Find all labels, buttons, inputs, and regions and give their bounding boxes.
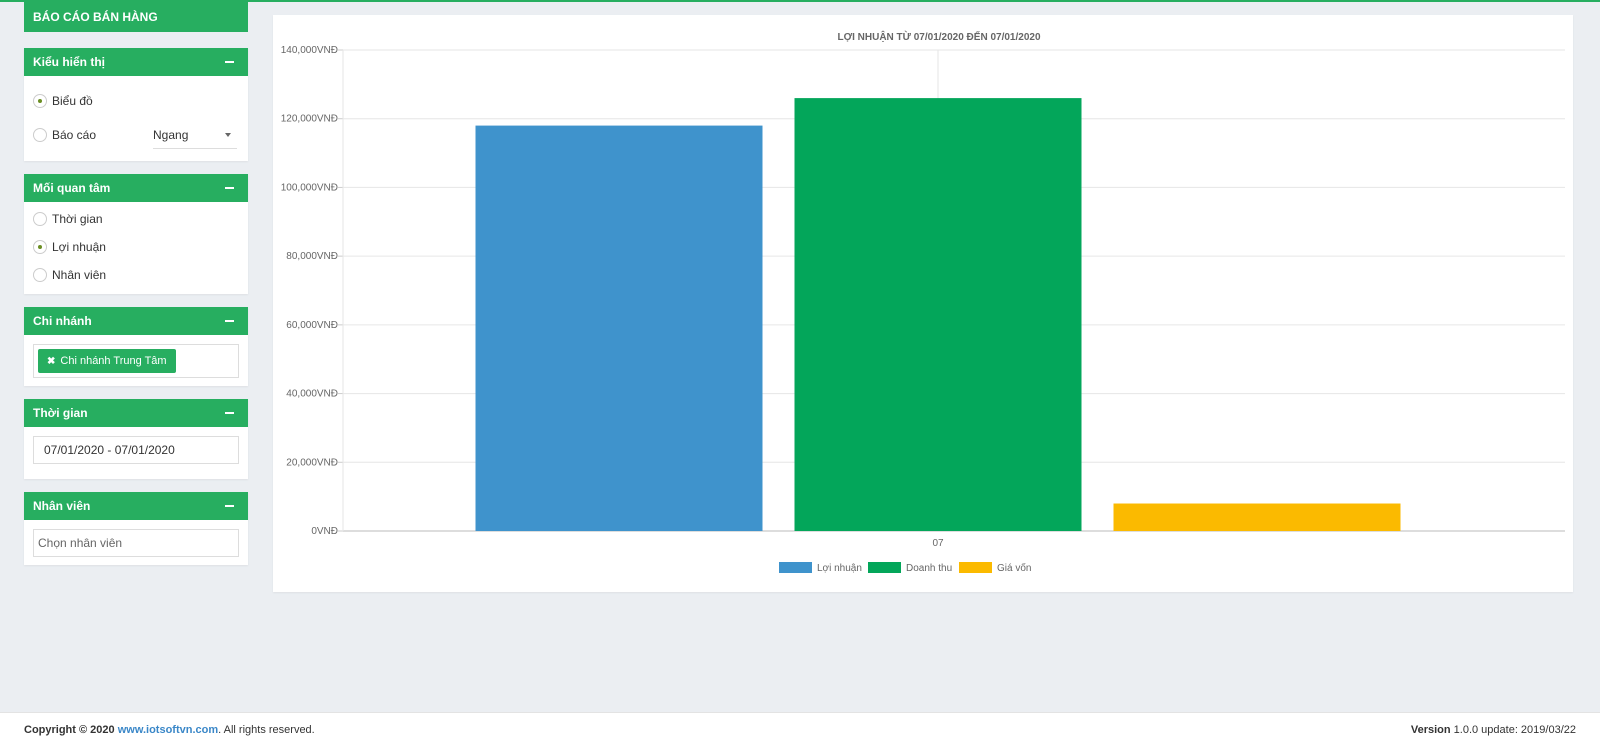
legend-swatch	[868, 562, 901, 573]
collapse-icon[interactable]	[225, 505, 234, 507]
y-tick-label: 100,000VNĐ	[281, 182, 338, 193]
panel-title: Mối quan tâm	[33, 181, 111, 195]
footer-copyright: Copyright © 2020 www.iotsoftvn.com. All …	[24, 724, 315, 736]
branch-panel-header[interactable]: Chi nhánh	[24, 307, 248, 335]
display-option-report[interactable]: Báo cáo Ngang	[33, 121, 239, 149]
chart-card: LỢI NHUẬN TỪ 07/01/2020 ĐẾN 07/01/2020 0V…	[273, 15, 1573, 592]
legend-label: Giá vốn	[997, 562, 1031, 574]
concern-option-profit[interactable]: Lợi nhuận	[33, 233, 239, 261]
concern-panel: Mối quan tâm Thời gian Lợi nhuận Nhân vi…	[24, 174, 248, 294]
sidebar: BÁO CÁO BÁN HÀNG Kiểu hiển thị Biểu đồ B…	[24, 0, 248, 565]
branch-multiselect[interactable]: ✖ Chi nhánh Trung Tâm	[33, 344, 239, 378]
bar-1	[475, 125, 763, 531]
orientation-select[interactable]: Ngang	[153, 121, 237, 149]
y-tick-label: 80,000VNĐ	[286, 251, 338, 262]
profit-bar-chart: LỢI NHUẬN TỪ 07/01/2020 ĐẾN 07/01/2020 0V…	[281, 30, 1565, 574]
staff-panel-header[interactable]: Nhân viên	[24, 492, 248, 520]
radio-label: Thời gian	[52, 212, 103, 226]
chevron-down-icon	[225, 133, 231, 137]
legend-label: Lợi nhuận	[817, 563, 862, 574]
panel-title: Thời gian	[33, 406, 88, 420]
collapse-icon[interactable]	[225, 412, 234, 414]
radio-label: Báo cáo	[52, 128, 97, 142]
time-panel: Thời gian 07/01/2020 - 07/01/2020	[24, 399, 248, 479]
y-tick-label: 120,000VNĐ	[281, 114, 338, 125]
y-tick-label: 140,000VNĐ	[281, 45, 338, 56]
site-link[interactable]: www.iotsoftvn.com	[118, 724, 218, 736]
branch-tag[interactable]: ✖ Chi nhánh Trung Tâm	[38, 349, 176, 373]
y-tick-label: 40,000VNĐ	[286, 389, 338, 400]
report-title: BÁO CÁO BÁN HÀNG	[24, 2, 248, 32]
radio-icon[interactable]	[33, 240, 47, 254]
date-range-input[interactable]: 07/01/2020 - 07/01/2020	[33, 436, 239, 464]
y-tick-label: 0VNĐ	[311, 526, 338, 537]
panel-title: Chi nhánh	[33, 314, 92, 328]
version-label: Version	[1410, 724, 1451, 736]
concern-option-time[interactable]: Thời gian	[33, 205, 239, 233]
collapse-icon[interactable]	[225, 61, 234, 63]
legend-swatch	[959, 562, 992, 573]
radio-icon[interactable]	[33, 268, 47, 282]
radio-icon[interactable]	[33, 212, 47, 226]
display-type-panel: Kiểu hiển thị Biểu đồ Báo cáo Ngang	[24, 48, 248, 161]
staff-select-input[interactable]: Chọn nhân viên	[33, 529, 239, 557]
radio-label: Lợi nhuận	[52, 240, 106, 254]
time-panel-header[interactable]: Thời gian	[24, 399, 248, 427]
radio-label: Biểu đồ	[52, 94, 93, 108]
radio-label: Nhân viên	[52, 268, 107, 282]
y-tick-label: 20,000VNĐ	[286, 457, 338, 468]
bar-3	[1113, 503, 1401, 531]
branch-tag-label: Chi nhánh Trung Tâm	[60, 355, 167, 367]
copyright-suffix: . All rights reserved.	[218, 724, 315, 736]
concern-option-staff[interactable]: Nhân viên	[33, 261, 239, 289]
version-text: 1.0.0 update: 2019/03/22	[1453, 724, 1576, 736]
footer-version: Version 1.0.0 update: 2019/03/22	[1411, 724, 1576, 736]
concern-panel-header[interactable]: Mối quan tâm	[24, 174, 248, 202]
legend-label: Doanh thu	[906, 563, 952, 574]
x-tick-label: 07	[932, 538, 944, 549]
chart-title: LỢI NHUẬN TỪ 07/01/2020 ĐẾN 07/01/2020	[837, 30, 1040, 43]
display-option-chart[interactable]: Biểu đồ	[33, 87, 239, 115]
staff-panel: Nhân viên Chọn nhân viên	[24, 492, 248, 565]
footer: Copyright © 2020 www.iotsoftvn.com. All …	[0, 712, 1600, 746]
close-icon[interactable]: ✖	[47, 356, 55, 367]
display-type-panel-header[interactable]: Kiểu hiển thị	[24, 48, 248, 76]
legend-swatch	[779, 562, 812, 573]
y-tick-label: 60,000VNĐ	[286, 320, 338, 331]
panel-title: Nhân viên	[33, 499, 91, 513]
bar-2	[794, 98, 1082, 531]
radio-icon[interactable]	[33, 128, 47, 142]
collapse-icon[interactable]	[225, 187, 234, 189]
copyright-prefix: Copyright © 2020	[24, 724, 115, 736]
panel-title: Kiểu hiển thị	[33, 55, 105, 69]
orientation-select-value: Ngang	[153, 128, 189, 142]
branch-panel: Chi nhánh ✖ Chi nhánh Trung Tâm	[24, 307, 248, 386]
radio-icon[interactable]	[33, 94, 47, 108]
collapse-icon[interactable]	[225, 320, 234, 322]
